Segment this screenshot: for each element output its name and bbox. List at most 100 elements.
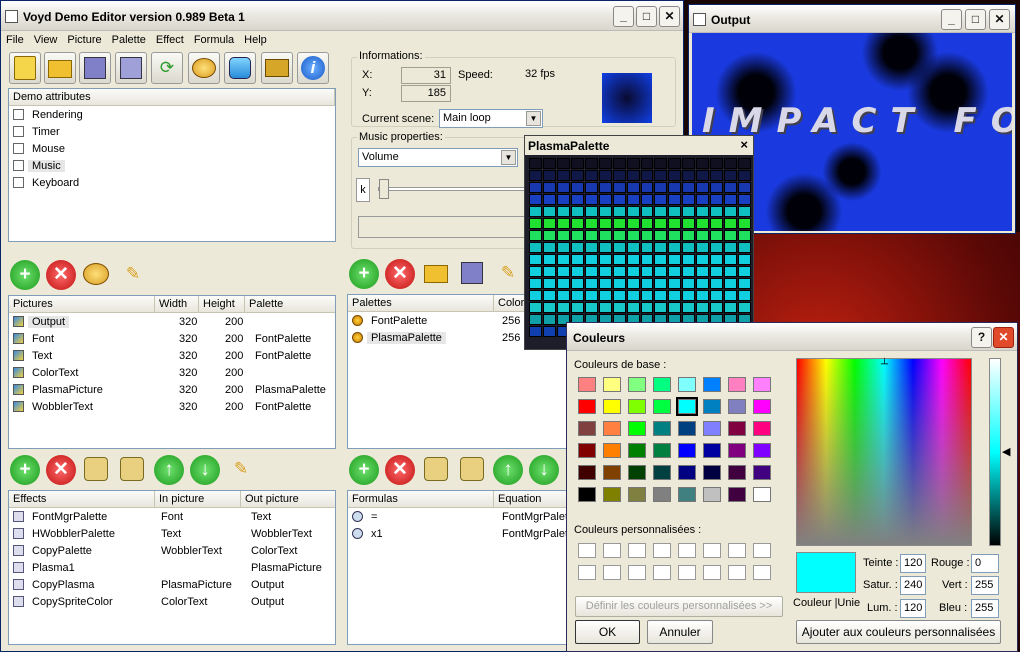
table-row[interactable]: Plasma1 PlasmaPicture <box>9 559 335 576</box>
cancel-button[interactable]: Annuler <box>647 620 713 644</box>
base-color-swatch[interactable] <box>728 421 746 436</box>
palette-cell[interactable] <box>570 158 584 169</box>
save-as-icon[interactable] <box>115 52 147 84</box>
base-color-swatch[interactable] <box>703 487 721 502</box>
info-icon[interactable]: i <box>297 52 329 84</box>
palette-cell[interactable] <box>654 290 668 301</box>
palette-cell[interactable] <box>612 290 626 301</box>
palette-cell[interactable] <box>612 170 626 181</box>
media-icon[interactable] <box>261 52 293 84</box>
palette-cell[interactable] <box>724 242 738 253</box>
custom-color-swatch[interactable] <box>628 565 646 580</box>
palette-cell[interactable] <box>640 218 654 229</box>
palette-cell[interactable] <box>626 266 640 277</box>
delete-formula-button[interactable]: ✕ <box>385 455 415 485</box>
menu-view[interactable]: View <box>29 31 63 49</box>
palette-cell[interactable] <box>682 290 696 301</box>
palette-cell[interactable] <box>584 182 598 193</box>
base-color-swatch[interactable] <box>628 399 646 414</box>
saturation-field[interactable]: 240 <box>900 576 926 595</box>
palette-cell[interactable] <box>668 182 682 193</box>
palette-cell[interactable] <box>710 194 724 205</box>
palette-cell[interactable] <box>556 266 570 277</box>
palette-cell[interactable] <box>556 206 570 217</box>
palette-cell[interactable] <box>682 254 696 265</box>
palette-cell[interactable] <box>598 182 612 193</box>
attr-timer[interactable]: Timer <box>9 123 335 140</box>
palette-cell[interactable] <box>626 182 640 193</box>
palette-cell[interactable] <box>696 242 710 253</box>
palette-cell[interactable] <box>640 206 654 217</box>
palette-cell[interactable] <box>612 302 626 313</box>
palette-cell[interactable] <box>542 242 556 253</box>
base-color-swatch[interactable] <box>703 465 721 480</box>
palette-cell[interactable] <box>556 254 570 265</box>
palette-cell[interactable] <box>570 170 584 181</box>
base-color-swatch[interactable] <box>653 377 671 392</box>
palette-cell[interactable] <box>696 206 710 217</box>
palette-cell[interactable] <box>682 230 696 241</box>
palette-cell[interactable] <box>738 170 751 181</box>
palette-cell[interactable] <box>570 266 584 277</box>
base-color-swatch[interactable] <box>703 399 721 414</box>
palette-cell[interactable] <box>570 278 584 289</box>
base-color-swatch[interactable] <box>728 465 746 480</box>
base-color-swatch[interactable] <box>603 465 621 480</box>
palette-cell[interactable] <box>640 230 654 241</box>
palette-cell[interactable] <box>570 206 584 217</box>
palette-cell[interactable] <box>598 206 612 217</box>
palette-cell[interactable] <box>598 278 612 289</box>
palette-cell[interactable] <box>696 194 710 205</box>
palette-cell[interactable] <box>598 194 612 205</box>
palette-cell[interactable] <box>542 290 556 301</box>
palette-cell[interactable] <box>598 290 612 301</box>
palette-cell[interactable] <box>682 302 696 313</box>
palette-cell[interactable] <box>724 290 738 301</box>
palette-cell[interactable] <box>724 158 738 169</box>
palette-cell[interactable] <box>710 170 724 181</box>
blue-field[interactable]: 255 <box>971 599 999 618</box>
palette-cell[interactable] <box>542 326 556 337</box>
table-row[interactable]: HWobblerPalette Text WobblerText <box>9 525 335 542</box>
add-palette-button[interactable]: + <box>349 259 379 289</box>
base-color-swatch[interactable] <box>753 399 771 414</box>
custom-color-swatch[interactable] <box>603 543 621 558</box>
ok-button[interactable]: OK <box>575 620 640 644</box>
palette-cell[interactable] <box>556 230 570 241</box>
base-color-swatch[interactable] <box>728 377 746 392</box>
palette-cell[interactable] <box>738 206 751 217</box>
define-custom-colors-button[interactable]: Définir les couleurs personnalisées >> <box>575 596 783 617</box>
palette-cell[interactable] <box>598 266 612 277</box>
base-color-swatch[interactable] <box>653 399 671 414</box>
remove-effect-scroll-icon[interactable] <box>116 454 148 486</box>
palette-cell[interactable] <box>542 194 556 205</box>
custom-color-swatch[interactable] <box>653 565 671 580</box>
palette-cell[interactable] <box>612 182 626 193</box>
palette-cell[interactable] <box>556 170 570 181</box>
palette-cell[interactable] <box>556 218 570 229</box>
palette-cell[interactable] <box>710 242 724 253</box>
palette-cell[interactable] <box>738 230 751 241</box>
palette-cell[interactable] <box>682 182 696 193</box>
palette-cell[interactable] <box>654 242 668 253</box>
custom-color-swatch[interactable] <box>653 543 671 558</box>
chevron-down-icon[interactable]: ▼ <box>501 150 516 165</box>
palette-cell[interactable] <box>612 194 626 205</box>
palette-cell[interactable] <box>668 278 682 289</box>
base-color-swatch[interactable] <box>653 443 671 458</box>
palette-cell[interactable] <box>542 230 556 241</box>
remove-formula-scroll-icon[interactable] <box>456 454 488 486</box>
palette-cell[interactable] <box>626 242 640 253</box>
palette-cell[interactable] <box>640 194 654 205</box>
custom-color-swatch[interactable] <box>728 543 746 558</box>
palette-cell[interactable] <box>738 266 751 277</box>
luminance-arrow-icon[interactable]: ◀ <box>1002 445 1010 458</box>
palette-cell[interactable] <box>570 242 584 253</box>
palette-cell[interactable] <box>556 278 570 289</box>
palette-cell[interactable] <box>682 266 696 277</box>
custom-color-swatch[interactable] <box>578 565 596 580</box>
palette-cell[interactable] <box>598 302 612 313</box>
palette-cell[interactable] <box>612 206 626 217</box>
palette-cell[interactable] <box>710 302 724 313</box>
table-row[interactable]: PlasmaPicture 320 200 PlasmaPalette <box>9 381 335 398</box>
